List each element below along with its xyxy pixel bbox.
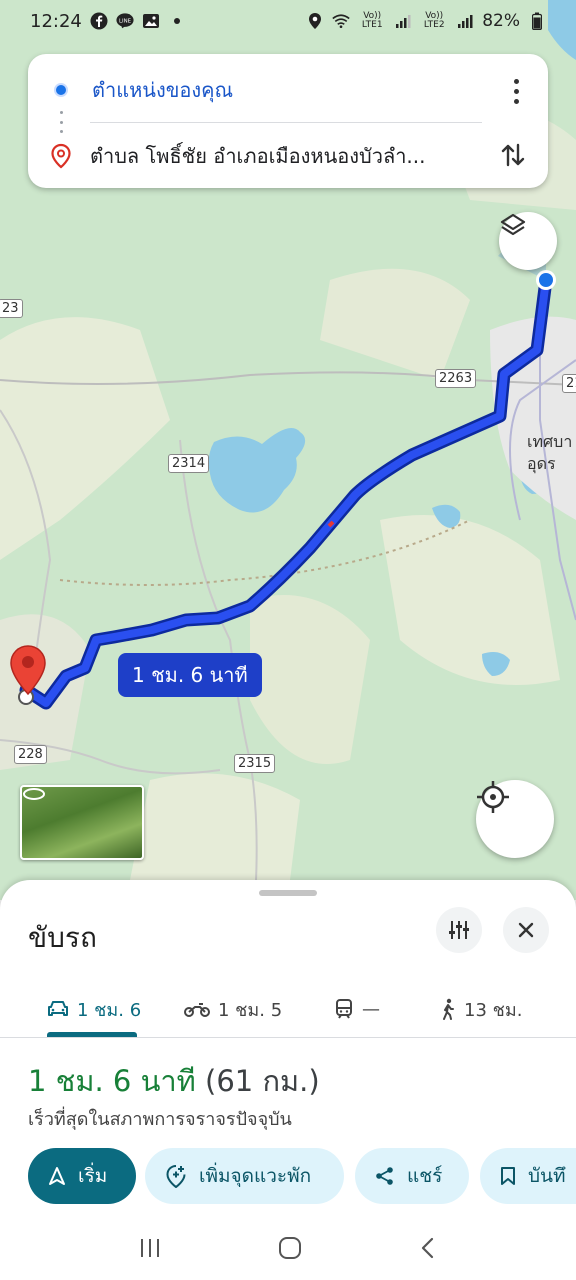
road-number: 21: [562, 374, 576, 393]
summary-time: 1 ชม. 6 นาที: [28, 1064, 196, 1098]
tab-motorcycle[interactable]: 1 ชม. 5: [184, 980, 282, 1038]
start-button[interactable]: เริ่ม: [28, 1148, 136, 1204]
origin-text: ตำแหน่งของคุณ: [92, 78, 234, 102]
navigation-arrow-icon: [49, 1167, 65, 1185]
summary-note: เร็วที่สุดในสภาพการจราจรปัจจุบัน: [28, 1109, 292, 1130]
destination-text: ตำบล โพธิ์ชัย อำเภอเมืองหนองบัวลำ...: [90, 144, 426, 168]
route-input-card: ตำแหน่งของคุณ ตำบล โพธิ์ชัย อำเภอเมืองหน…: [28, 54, 548, 188]
my-location-button[interactable]: [476, 780, 554, 858]
start-label: เริ่ม: [78, 1165, 108, 1187]
travel-mode-tabs: 1 ชม. 6 1 ชม. 5 — 13 ชม.: [0, 980, 576, 1038]
active-tab-indicator: [47, 1032, 137, 1037]
system-nav-bar: [0, 1216, 576, 1280]
layers-icon: [500, 213, 526, 236]
recent-apps-icon[interactable]: [138, 1237, 162, 1259]
share-icon: [376, 1167, 393, 1185]
road-number: 2314: [168, 454, 210, 473]
add-stop-label: เพิ่มจุดแวะพัก: [199, 1165, 312, 1187]
sim2-label: Vo)) LTE2: [423, 11, 445, 30]
tab-transit-label: —: [362, 998, 380, 1020]
battery-percent: 82%: [482, 11, 520, 31]
destination-pin-icon[interactable]: [9, 644, 47, 696]
road-number: 23: [0, 299, 23, 318]
sim1-label: Vo)) LTE1: [361, 11, 383, 30]
wifi-icon: [332, 12, 350, 30]
transit-icon: [336, 999, 352, 1019]
tab-drive-label: 1 ชม. 6: [77, 999, 142, 1021]
gallery-icon: [142, 12, 160, 30]
divider: [90, 122, 482, 123]
motorcycle-icon: [184, 1003, 210, 1017]
route-options-button[interactable]: [436, 907, 482, 953]
tab-transit[interactable]: —: [334, 980, 380, 1038]
clock: 12:24: [30, 10, 82, 32]
destination-pin-outline-icon: [51, 143, 71, 169]
summary-distance: (61 กม.): [205, 1064, 320, 1098]
home-icon[interactable]: [278, 1236, 302, 1260]
share-button[interactable]: แชร์: [355, 1148, 469, 1204]
road-number: 228: [14, 745, 47, 764]
street-view-thumbnail[interactable]: [20, 785, 144, 860]
tune-icon: [449, 921, 469, 939]
destination-field[interactable]: ตำบล โพธิ์ชัย อำเภอเมืองหนองบัวลำ...: [50, 136, 468, 176]
origin-field[interactable]: ตำแหน่งของคุณ: [50, 70, 528, 110]
swap-button[interactable]: [498, 140, 528, 170]
notification-dot-icon: [168, 12, 186, 30]
sheet-title: ขับรถ: [28, 921, 97, 954]
add-stop-button[interactable]: เพิ่มจุดแวะพัก: [145, 1148, 344, 1204]
back-icon[interactable]: [418, 1236, 438, 1260]
drag-handle[interactable]: [259, 890, 317, 896]
road-number: 2263: [435, 369, 477, 388]
battery-icon: [528, 12, 546, 30]
save-label: บันทึ: [528, 1165, 566, 1187]
close-icon: [518, 922, 534, 938]
signal-icon: [394, 12, 412, 30]
route-duration-label[interactable]: 1 ชม. 6 นาที: [118, 653, 262, 697]
line-app-icon: LINE: [116, 12, 134, 30]
action-chips: เริ่ม เพิ่มจุดแวะพัก แชร์ บันทึ: [28, 1148, 576, 1204]
car-icon: [48, 1001, 68, 1016]
facebook-icon: [90, 12, 108, 30]
bookmark-icon: [501, 1167, 515, 1185]
walk-icon: [443, 998, 454, 1020]
swap-vertical-icon: [501, 143, 525, 167]
tab-walk[interactable]: 13 ชม.: [440, 980, 522, 1038]
signal-icon: [456, 12, 474, 30]
route-connector-dots: [60, 111, 64, 133]
share-label: แชร์: [407, 1165, 443, 1187]
tab-drive[interactable]: 1 ชม. 6: [47, 980, 141, 1038]
save-button[interactable]: บันทึ: [480, 1148, 576, 1204]
tab-walk-label: 13 ชม.: [464, 999, 523, 1021]
place-label: อุดร: [527, 454, 556, 473]
road-number: 2315: [234, 754, 276, 773]
layers-button[interactable]: [499, 212, 557, 270]
svg-text:LINE: LINE: [119, 18, 132, 24]
location-status-icon: [306, 12, 324, 30]
tab-motorcycle-label: 1 ชม. 5: [218, 999, 283, 1021]
crosshair-icon: [477, 781, 509, 813]
route-summary: 1 ชม. 6 นาที (61 กม.): [28, 1058, 320, 1104]
more-options-button[interactable]: [506, 76, 526, 106]
origin-dot-icon: [54, 83, 68, 97]
status-bar: 12:24 LINE Vo)) LTE1 Vo)) LTE2 82%: [0, 0, 576, 42]
add-location-icon: [166, 1165, 186, 1188]
rotate-360-icon: [23, 788, 45, 800]
close-button[interactable]: [503, 907, 549, 953]
